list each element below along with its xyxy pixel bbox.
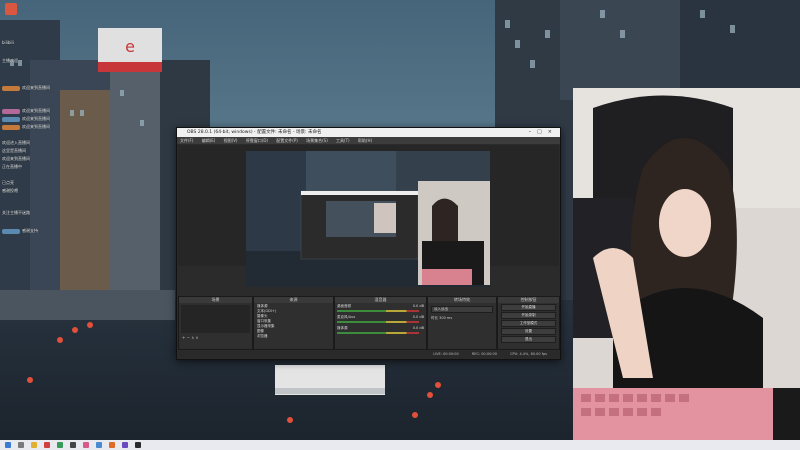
chat-line: 欢迎进入直播间 [2, 140, 30, 145]
add-icon: + [182, 335, 186, 340]
menu-tools[interactable]: 工具(T) [336, 138, 350, 143]
maximize-icon[interactable]: □ [537, 129, 548, 135]
window-controls[interactable]: –□× [529, 128, 558, 137]
chat-line: 正在直播中 [2, 164, 22, 169]
start-recording-button[interactable]: 开始录制 [501, 312, 556, 319]
scenes-list[interactable] [181, 305, 250, 333]
taskbar [0, 440, 800, 450]
mixer-dock[interactable]: 混音器 桌面音频 0.0 dB 麦克风/Aux 0.0 dB 媒体源 0.0 d… [334, 296, 427, 350]
chat-line: 感谢支持 [2, 228, 38, 234]
volume-meter [337, 332, 419, 334]
up-icon: ∧ [191, 335, 195, 340]
fan-badge [2, 124, 20, 130]
menu-help[interactable]: 帮助(H) [358, 138, 372, 143]
browser-icon[interactable] [44, 442, 50, 448]
app-icon[interactable] [135, 442, 141, 448]
chat-line: 这里是直播间 [2, 148, 26, 153]
chat-line: 欢迎来到直播间 [2, 108, 50, 114]
chat-line: 欢迎来到直播间 [2, 156, 30, 161]
svg-text:e: e [125, 37, 135, 56]
app-icon[interactable] [70, 442, 76, 448]
transition-select[interactable]: 淡入淡出 [431, 306, 493, 313]
chat-line: 欢迎来到直播间 [2, 124, 50, 130]
chat-line: 关注主播不迷路 [2, 210, 30, 215]
preview-canvas [246, 151, 490, 287]
controls-dock-title: 控制按钮 [498, 297, 559, 303]
fan-badge [2, 108, 20, 114]
source-item[interactable]: 浏览器 [257, 334, 330, 339]
obs-statusbar: LIVE: 00:00:00 REC: 00:00:00 CPU: 4.4%, … [178, 351, 559, 358]
mixer-channel-name: 桌面音频 [337, 304, 351, 308]
studio-mode-button[interactable]: 工作室模式 [501, 320, 556, 327]
volume-meter [337, 321, 419, 323]
scenes-dock-title: 场景 [179, 297, 252, 303]
chat-line: bilibili [2, 40, 14, 45]
app-icon[interactable] [109, 442, 115, 448]
scenes-dock[interactable]: 场景 + − ∧ ∨ [178, 296, 253, 350]
fan-badge [2, 116, 20, 122]
obs-titlebar[interactable]: OBS 28.0.1 (64-bit, windows) - 配置文件: 未命名… [177, 128, 560, 137]
mixer-channel-name: 麦克风/Aux [337, 315, 356, 319]
rec-timer: REC: 00:00:00 [471, 352, 497, 356]
search-icon[interactable] [18, 442, 24, 448]
menu-docks[interactable]: 停靠窗口(D) [246, 138, 268, 143]
sources-list[interactable]: 媒体源 文本(GDI+) 摄像头 窗口采集 显示器采集 图像 浏览器 [254, 303, 333, 340]
cpu-fps: CPU: 4.4%, 60.00 fps [510, 352, 547, 356]
chat-line: 欢迎来到直播间 [2, 85, 50, 91]
minimize-icon[interactable]: – [529, 129, 538, 135]
close-icon[interactable]: × [548, 129, 558, 135]
menu-profile[interactable]: 配置文件(P) [276, 138, 298, 143]
file-explorer-icon[interactable] [31, 442, 37, 448]
chat-line: 感谢投喂 [2, 188, 18, 193]
fan-badge [2, 228, 20, 234]
desktop-app-icon[interactable] [5, 3, 17, 15]
menu-edit[interactable]: 编辑(E) [202, 138, 216, 143]
scenes-toolbar[interactable]: + − ∧ ∨ [179, 335, 252, 340]
obs-menubar: 文件(F) 编辑(E) 视图(V) 停靠窗口(D) 配置文件(P) 场景集合(S… [177, 137, 560, 144]
app-icon[interactable] [122, 442, 128, 448]
app-icon[interactable] [57, 442, 63, 448]
chat-line: 已点亮 [2, 180, 14, 185]
desktop: e bilibili 主播欢迎 欢迎来到直播间 欢迎来到直播间 欢迎来到直播间 … [0, 0, 800, 450]
transitions-dock[interactable]: 转场特效 淡入淡出 时长 300 ms [427, 296, 497, 350]
sources-dock[interactable]: 来源 媒体源 文本(GDI+) 摄像头 窗口采集 显示器采集 图像 浏览器 [253, 296, 334, 350]
app-icon[interactable] [83, 442, 89, 448]
chat-line: 主播欢迎 [2, 58, 18, 63]
mixer-channel[interactable]: 媒体源 0.0 dB [335, 325, 426, 336]
mixer-channel[interactable]: 桌面音频 0.0 dB [335, 303, 426, 314]
mixer-channel-name: 媒体源 [337, 326, 348, 330]
volume-meter [337, 310, 419, 312]
live-timer: LIVE: 00:00:00 [433, 352, 459, 356]
transitions-dock-title: 转场特效 [428, 297, 496, 303]
mixer-channel[interactable]: 麦克风/Aux 0.0 dB [335, 314, 426, 325]
app-icon[interactable] [96, 442, 102, 448]
start-icon[interactable] [5, 442, 11, 448]
menu-scene-collection[interactable]: 场景集合(S) [306, 138, 328, 143]
webcam-feed [573, 88, 800, 450]
remove-icon: − [186, 335, 190, 340]
fan-badge [2, 85, 20, 91]
preview-content [246, 151, 490, 287]
settings-button[interactable]: 设置 [501, 328, 556, 335]
obs-title-text: OBS 28.0.1 (64-bit, windows) - 配置文件: 未命名… [187, 130, 322, 135]
transition-duration[interactable]: 时长 300 ms [428, 316, 496, 321]
mixer-channel-level: 0.0 dB [412, 315, 424, 319]
exit-button[interactable]: 退出 [501, 336, 556, 343]
mixer-channel-level: 0.0 dB [412, 304, 424, 308]
controls-dock: 控制按钮 开始直播 开始录制 工作室模式 设置 退出 [497, 296, 560, 350]
menu-view[interactable]: 视图(V) [224, 138, 238, 143]
mixer-channel-level: 0.0 dB [412, 326, 424, 330]
obs-preview[interactable] [178, 145, 559, 287]
down-icon: ∨ [195, 335, 199, 340]
menu-file[interactable]: 文件(F) [180, 138, 193, 143]
chat-line: 欢迎来到直播间 [2, 116, 50, 122]
start-streaming-button[interactable]: 开始直播 [501, 304, 556, 311]
obs-docks: 场景 + − ∧ ∨ 来源 媒体源 文本(GDI+) 摄像头 窗口采集 显示器采… [178, 296, 560, 350]
webcam-overlay [573, 88, 800, 450]
obs-window[interactable]: OBS 28.0.1 (64-bit, windows) - 配置文件: 未命名… [176, 127, 561, 360]
